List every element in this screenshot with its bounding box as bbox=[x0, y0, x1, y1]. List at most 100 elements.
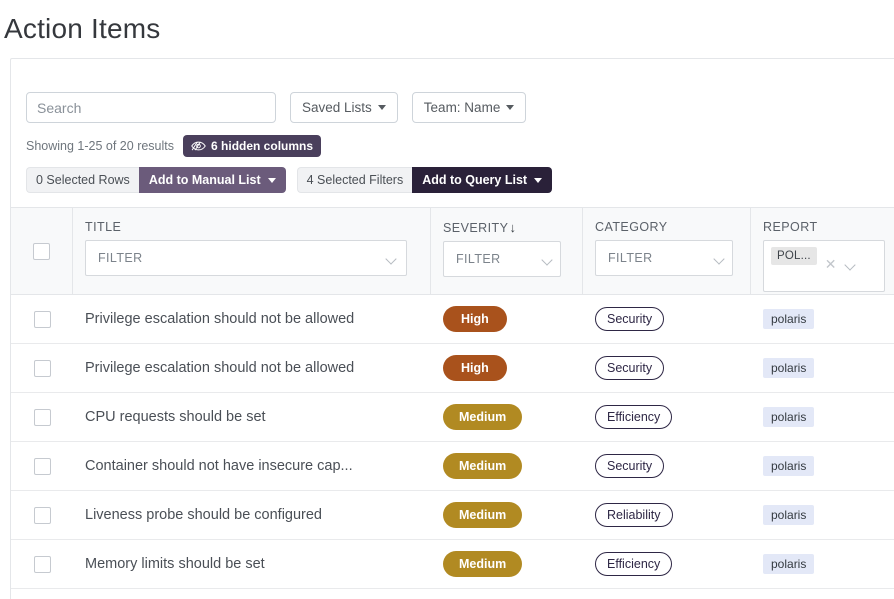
severity-badge: Medium bbox=[443, 404, 523, 430]
severity-badge: Medium bbox=[443, 502, 523, 528]
selected-rows-count: 0 Selected Rows bbox=[26, 167, 139, 193]
column-header-category: CATEGORY bbox=[595, 220, 668, 234]
chevron-down-icon bbox=[386, 255, 397, 262]
category-chip: Security bbox=[595, 356, 665, 380]
report-filter-chip[interactable]: POL... bbox=[771, 247, 817, 265]
saved-lists-label: Saved Lists bbox=[302, 100, 372, 115]
report-filter-select[interactable]: POL... ✕ bbox=[763, 240, 885, 292]
report-tag[interactable]: polaris bbox=[763, 554, 815, 574]
report-tag[interactable]: polaris bbox=[763, 505, 815, 525]
row-title-cell: Privilege escalation should not be allow… bbox=[73, 344, 431, 392]
category-filter-select[interactable]: FILTER bbox=[595, 240, 733, 276]
row-report-cell: polaris bbox=[751, 540, 894, 588]
row-category-cell: Security bbox=[583, 295, 751, 343]
row-select-checkbox[interactable] bbox=[33, 555, 51, 573]
row-severity-cell: Medium bbox=[431, 491, 583, 539]
row-select-checkbox[interactable] bbox=[33, 457, 51, 475]
manual-list-split-button: 0 Selected Rows Add to Manual List bbox=[26, 167, 286, 193]
row-title-text: CPU requests should be set bbox=[85, 409, 266, 425]
row-category-cell: Security bbox=[583, 344, 751, 392]
chevron-down-icon bbox=[714, 255, 725, 262]
bulk-actions-row: 0 Selected Rows Add to Manual List 4 Sel… bbox=[11, 157, 894, 193]
row-category-cell: Efficiency bbox=[583, 393, 751, 441]
action-items-card: Saved Lists Team: Name Showing 1-25 of 2… bbox=[10, 58, 894, 599]
column-header-severity[interactable]: SEVERITY ↓ bbox=[443, 220, 570, 235]
report-tag[interactable]: polaris bbox=[763, 309, 815, 329]
row-title-text: Privilege escalation should not be allow… bbox=[85, 311, 355, 327]
category-chip: Efficiency bbox=[595, 405, 673, 429]
row-select-cell bbox=[11, 491, 73, 539]
table-row[interactable]: Privilege escalation should not be allow… bbox=[11, 344, 894, 393]
selected-filters-count: 4 Selected Filters bbox=[296, 167, 413, 193]
row-severity-cell: Medium bbox=[431, 442, 583, 490]
table-row[interactable]: Privilege escalation should not be allow… bbox=[11, 295, 894, 344]
row-select-cell bbox=[11, 393, 73, 441]
table-row[interactable]: Liveness probe should be configured Mediu… bbox=[11, 491, 894, 540]
category-chip: Efficiency bbox=[595, 552, 673, 576]
row-severity-cell: Medium bbox=[431, 540, 583, 588]
row-title-cell: CPU requests should be set bbox=[73, 393, 431, 441]
row-category-cell: Security bbox=[583, 442, 751, 490]
category-chip: Security bbox=[595, 454, 665, 478]
row-select-checkbox[interactable] bbox=[33, 506, 51, 524]
team-filter-button[interactable]: Team: Name bbox=[411, 92, 527, 123]
chevron-down-icon[interactable] bbox=[845, 261, 856, 268]
severity-badge: Medium bbox=[443, 551, 523, 577]
clear-icon[interactable]: ✕ bbox=[825, 256, 837, 273]
search-input[interactable] bbox=[26, 92, 276, 123]
report-tag[interactable]: polaris bbox=[763, 456, 815, 476]
team-filter-label: Team: Name bbox=[423, 100, 501, 115]
row-title-text: Privilege escalation should not be allow… bbox=[85, 360, 355, 376]
chevron-down-icon bbox=[534, 177, 543, 183]
add-to-manual-list-label: Add to Manual List bbox=[148, 173, 261, 187]
chevron-down-icon bbox=[506, 105, 515, 110]
row-title-text: Liveness probe should be configured bbox=[85, 507, 322, 523]
severity-filter-select[interactable]: FILTER bbox=[443, 241, 561, 277]
column-header-severity-label: SEVERITY bbox=[443, 220, 509, 235]
row-select-checkbox[interactable] bbox=[33, 408, 51, 426]
saved-lists-button[interactable]: Saved Lists bbox=[290, 92, 398, 123]
row-title-cell: Memory limits should be set bbox=[73, 540, 431, 588]
category-filter-placeholder: FILTER bbox=[608, 251, 653, 265]
row-select-cell bbox=[11, 344, 73, 392]
report-tag[interactable]: polaris bbox=[763, 407, 815, 427]
severity-filter-placeholder: FILTER bbox=[456, 252, 501, 266]
header-category-cell: CATEGORY FILTER bbox=[583, 208, 751, 294]
add-to-manual-list-button[interactable]: Add to Manual List bbox=[138, 167, 286, 193]
row-report-cell: polaris bbox=[751, 344, 894, 392]
row-select-cell bbox=[11, 295, 73, 343]
select-all-checkbox[interactable] bbox=[33, 242, 50, 260]
row-severity-cell: Medium bbox=[431, 393, 583, 441]
row-title-cell: Container should not have insecure cap..… bbox=[73, 442, 431, 490]
row-title-text: Container should not have insecure cap..… bbox=[85, 458, 353, 474]
table-row[interactable]: CPU requests should be set Medium Efficien… bbox=[11, 393, 894, 442]
row-title-cell: Liveness probe should be configured bbox=[73, 491, 431, 539]
severity-badge: High bbox=[443, 306, 507, 332]
row-report-cell: polaris bbox=[751, 295, 894, 343]
row-select-checkbox[interactable] bbox=[33, 359, 51, 377]
eye-slash-icon bbox=[191, 140, 206, 152]
column-header-title: TITLE bbox=[85, 220, 122, 234]
title-filter-placeholder: FILTER bbox=[98, 251, 143, 265]
results-meta-row: Showing 1-25 of 20 results 6 hidden colu… bbox=[11, 123, 894, 157]
action-items-table: TITLE FILTER SEVERITY ↓ FILTER CATEGORY … bbox=[11, 207, 894, 589]
severity-badge: High bbox=[443, 355, 507, 381]
row-report-cell: polaris bbox=[751, 491, 894, 539]
report-tag[interactable]: polaris bbox=[763, 358, 815, 378]
title-filter-select[interactable]: FILTER bbox=[85, 240, 407, 276]
hidden-columns-badge[interactable]: 6 hidden columns bbox=[183, 135, 322, 157]
row-select-checkbox[interactable] bbox=[33, 310, 51, 328]
table-body: Privilege escalation should not be allow… bbox=[11, 295, 894, 589]
row-title-cell: Privilege escalation should not be allow… bbox=[73, 295, 431, 343]
header-title-cell: TITLE FILTER bbox=[73, 208, 431, 294]
chevron-down-icon bbox=[267, 177, 276, 183]
table-row[interactable]: Memory limits should be set Medium Efficie… bbox=[11, 540, 894, 589]
header-severity-cell: SEVERITY ↓ FILTER bbox=[431, 208, 583, 294]
header-report-cell: REPORT POL... ✕ bbox=[751, 208, 894, 294]
table-row[interactable]: Container should not have insecure cap..… bbox=[11, 442, 894, 491]
sort-descending-icon: ↓ bbox=[509, 220, 517, 235]
row-select-cell bbox=[11, 540, 73, 588]
add-to-query-list-button[interactable]: Add to Query List bbox=[412, 167, 553, 193]
hidden-columns-label: 6 hidden columns bbox=[211, 139, 314, 153]
chevron-down-icon bbox=[542, 256, 553, 263]
